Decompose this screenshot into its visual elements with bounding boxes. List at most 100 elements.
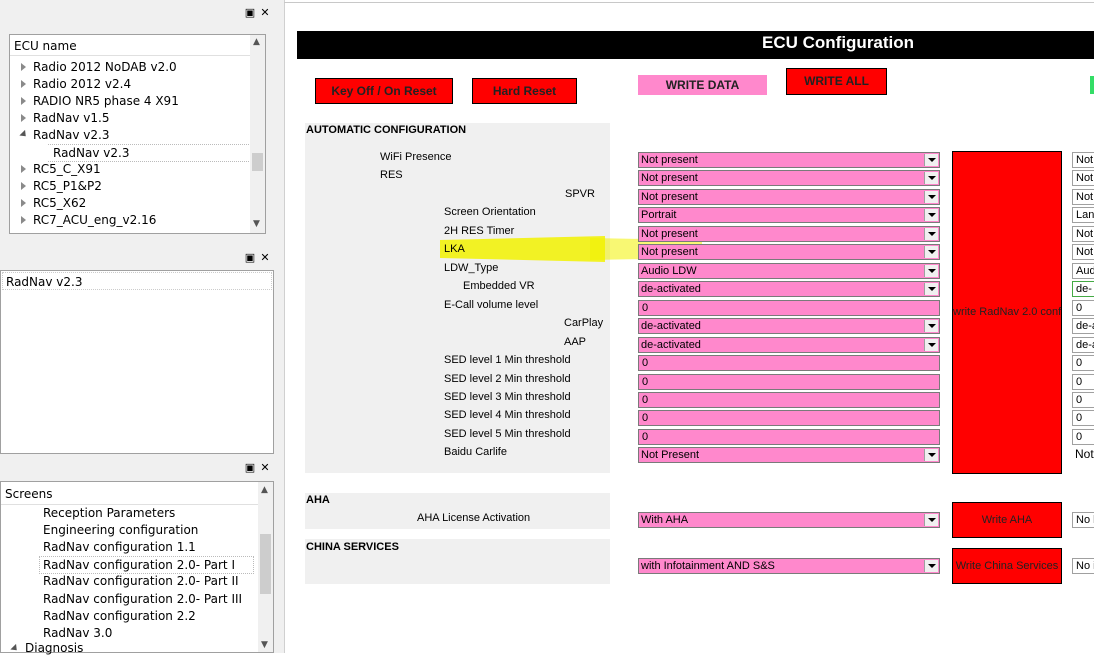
scroll-down-icon[interactable]: ▼ <box>261 640 268 650</box>
screens-scrollbar[interactable]: ▲ ▼ <box>258 482 273 652</box>
screen-item[interactable]: RadNav configuration 1.1 <box>43 539 196 555</box>
expand-icon[interactable] <box>21 114 26 122</box>
scroll-up-icon[interactable]: ▲ <box>253 37 260 47</box>
selected-ecu-list[interactable]: RadNav v2.3 <box>0 270 274 454</box>
pin-icon[interactable]: ▣ <box>244 7 256 19</box>
pin-icon[interactable]: ▣ <box>244 462 256 474</box>
write-china-services-button[interactable]: Write China Services <box>952 548 1062 584</box>
chevron-down-icon[interactable] <box>924 172 938 184</box>
current-value: 0 <box>1072 355 1094 371</box>
current-value: Not <box>1072 244 1094 260</box>
ecu-tree[interactable]: ECU name Radio 2012 NoDAB v2.0 Radio 2012… <box>9 34 266 234</box>
chevron-down-icon[interactable] <box>924 265 938 277</box>
close-icon[interactable]: ✕ <box>259 252 271 264</box>
expand-icon[interactable] <box>21 165 26 173</box>
value-dropdown[interactable]: Not present <box>638 226 940 242</box>
field-value: 0 <box>642 412 649 424</box>
expand-icon[interactable] <box>21 80 26 88</box>
value-dropdown[interactable]: Not present <box>638 152 940 168</box>
write-data-button[interactable]: WRITE DATA <box>638 75 767 95</box>
tree-item[interactable]: RC5_C_X91 <box>21 161 101 177</box>
tree-item[interactable]: RadNav v2.3 <box>48 144 251 162</box>
screens-tree[interactable]: Screens Reception Parameters Engineering … <box>0 481 274 656</box>
value-dropdown[interactable]: Not present <box>638 244 940 260</box>
value-input[interactable]: 0 <box>638 374 940 390</box>
screen-item[interactable]: Reception Parameters <box>43 505 175 521</box>
collapse-icon[interactable] <box>19 129 29 140</box>
value-input[interactable]: 0 <box>638 300 940 316</box>
write-all-button[interactable]: WRITE ALL <box>786 68 887 95</box>
tree-item[interactable]: RadNav v2.3 <box>19 127 109 143</box>
chevron-down-icon[interactable] <box>924 191 938 203</box>
scroll-up-icon[interactable]: ▲ <box>261 485 268 495</box>
tree-item[interactable]: RadNav v1.5 <box>21 110 109 126</box>
list-item[interactable]: RadNav v2.3 <box>2 272 272 290</box>
screen-item[interactable]: RadNav configuration 2.2 <box>43 608 196 624</box>
current-value: Not <box>1072 189 1094 205</box>
tree-item[interactable]: Radio 2012 v2.4 <box>21 76 131 92</box>
status-indicator <box>1090 76 1094 94</box>
value-dropdown[interactable]: Portrait <box>638 207 940 223</box>
value-input[interactable]: 0 <box>638 392 940 408</box>
china-services-dropdown[interactable]: with Infotainment AND S&S <box>638 558 940 574</box>
tree-item[interactable]: RC5_X62 <box>21 195 86 211</box>
screen-item[interactable]: RadNav 3.0 <box>43 625 112 641</box>
write-aha-button[interactable]: Write AHA <box>952 502 1062 538</box>
chevron-down-icon[interactable] <box>924 514 938 526</box>
ecu-tree-scrollbar[interactable]: ▲ ▼ <box>250 35 265 233</box>
chevron-down-icon[interactable] <box>924 449 938 461</box>
chevron-down-icon[interactable] <box>924 560 938 572</box>
tree-item[interactable]: Radio 2012 NoDAB v2.0 <box>21 59 177 75</box>
close-icon[interactable]: ✕ <box>259 462 271 474</box>
expand-icon[interactable] <box>21 182 26 190</box>
tree-item[interactable]: RC5_P1&P2 <box>21 178 102 194</box>
value-dropdown[interactable]: Not present <box>638 170 940 186</box>
expand-icon[interactable] <box>21 216 26 224</box>
expand-icon[interactable] <box>21 199 26 207</box>
screen-item[interactable]: Engineering configuration <box>43 522 198 538</box>
value-input[interactable]: 0 <box>638 429 940 445</box>
expand-icon[interactable] <box>21 63 26 71</box>
current-value: Not <box>1072 226 1094 242</box>
chevron-down-icon[interactable] <box>924 246 938 258</box>
value-input[interactable]: 0 <box>638 355 940 371</box>
aha-license-dropdown[interactable]: With AHA <box>638 512 940 528</box>
page-title: ECU Configuration <box>762 33 915 52</box>
value-dropdown[interactable]: Not Present <box>638 447 940 463</box>
tree-item-diagnosis[interactable]: Diagnosis <box>10 640 83 656</box>
field-value: Not present <box>641 191 698 203</box>
pin-icon[interactable]: ▣ <box>244 252 256 264</box>
tree-item[interactable]: RADIO NR5 phase 4 X91 <box>21 93 179 109</box>
chevron-down-icon[interactable] <box>924 154 938 166</box>
value-dropdown[interactable]: de-activated <box>638 281 940 297</box>
field-value: Not Present <box>641 449 700 461</box>
write-radnav-config-button[interactable]: write RadNav 2.0 config <box>952 151 1062 474</box>
chevron-down-icon[interactable] <box>924 209 938 221</box>
chevron-down-icon[interactable] <box>924 320 938 332</box>
scroll-thumb[interactable] <box>260 534 271 594</box>
tree-item[interactable]: RC7_ACU_eng_v2.16 <box>21 212 156 228</box>
chevron-down-icon[interactable] <box>924 228 938 240</box>
divider <box>284 2 1094 3</box>
close-icon[interactable]: ✕ <box>259 7 271 19</box>
splitter[interactable] <box>276 0 284 653</box>
value-input[interactable]: 0 <box>638 410 940 426</box>
ecu-tree-header[interactable]: ECU name <box>10 35 250 56</box>
screen-item[interactable]: RadNav configuration 2.0- Part III <box>43 591 242 607</box>
scroll-thumb[interactable] <box>252 153 263 171</box>
screen-item[interactable]: RadNav configuration 2.0- Part I <box>39 556 254 575</box>
screens-tree-header[interactable]: Screens <box>1 482 258 505</box>
value-dropdown[interactable]: de-activated <box>638 337 940 353</box>
chevron-down-icon[interactable] <box>924 339 938 351</box>
chevron-down-icon[interactable] <box>924 283 938 295</box>
value-dropdown[interactable]: de-activated <box>638 318 940 334</box>
screen-item[interactable]: RadNav configuration 2.0- Part II <box>43 573 239 589</box>
scroll-down-icon[interactable]: ▼ <box>253 219 260 229</box>
tree-item-label: RC5_P1&P2 <box>33 179 102 193</box>
expand-icon[interactable] <box>10 643 20 654</box>
expand-icon[interactable] <box>21 97 26 105</box>
key-off-on-reset-button[interactable]: Key Off / On Reset <box>315 78 453 104</box>
hard-reset-button[interactable]: Hard Reset <box>472 78 577 104</box>
value-dropdown[interactable]: Not present <box>638 189 940 205</box>
value-dropdown[interactable]: Audio LDW <box>638 263 940 279</box>
